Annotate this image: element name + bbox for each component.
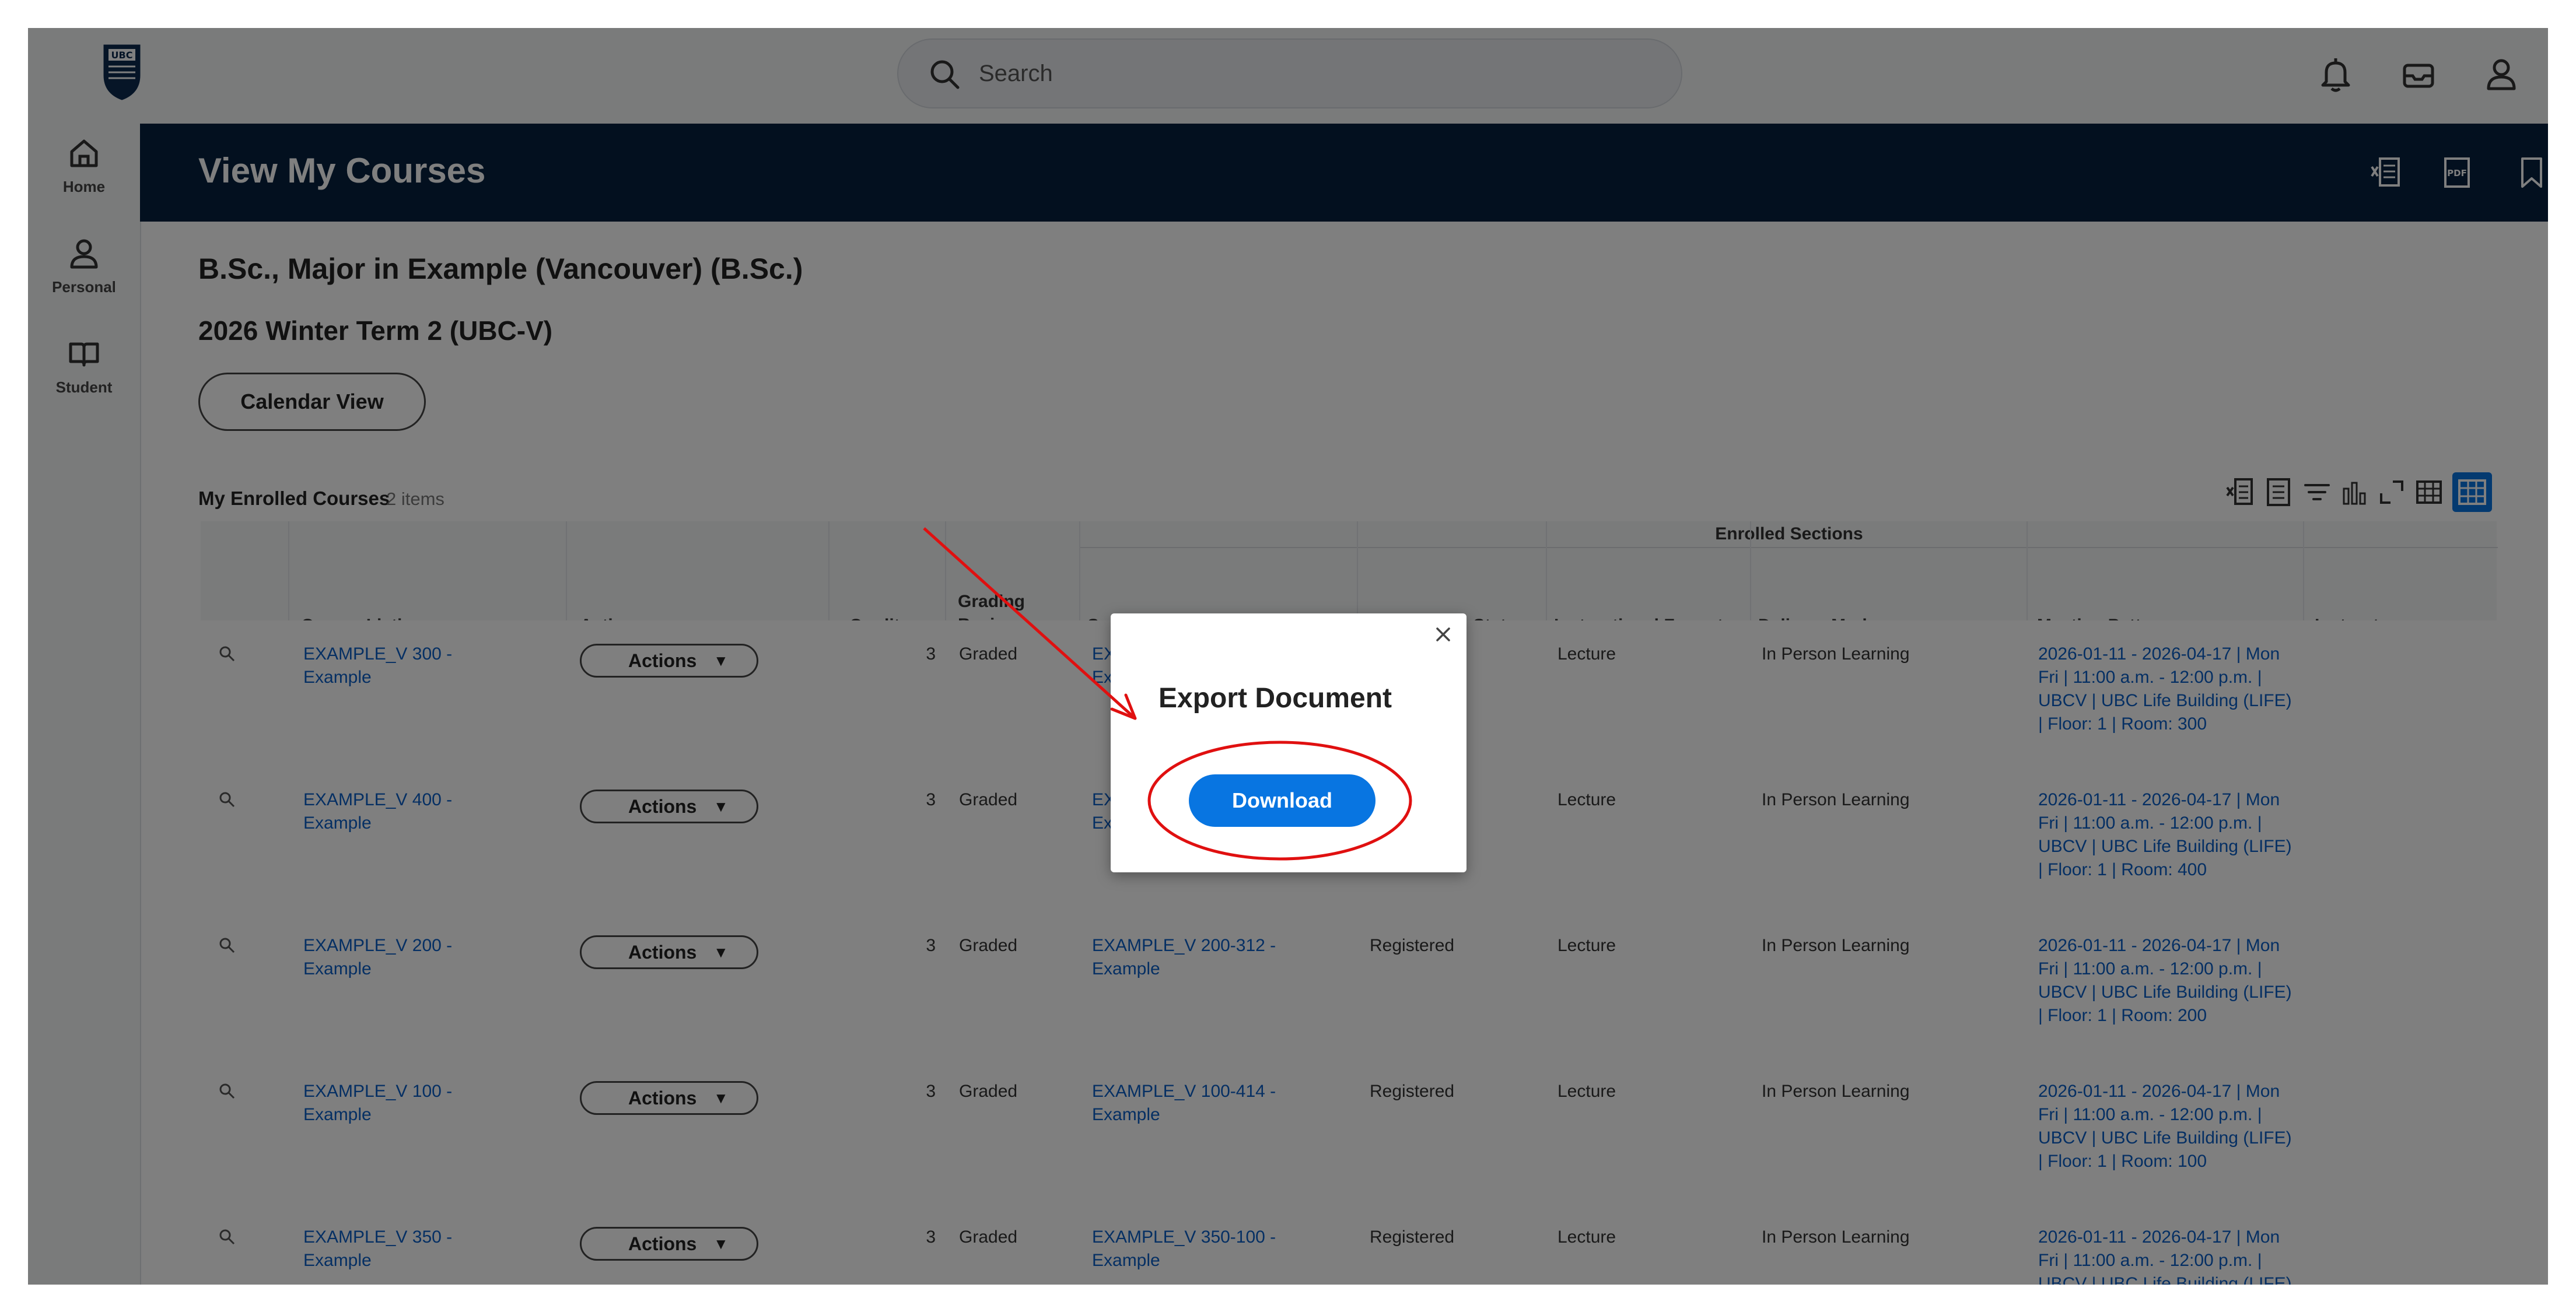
dialog-title: Export Document: [1158, 683, 1392, 714]
close-icon[interactable]: [1433, 624, 1454, 645]
app-window: UBC Search: [28, 28, 2548, 1285]
export-document-dialog: Export Document Download: [1111, 613, 1466, 872]
download-button[interactable]: Download: [1189, 774, 1376, 827]
